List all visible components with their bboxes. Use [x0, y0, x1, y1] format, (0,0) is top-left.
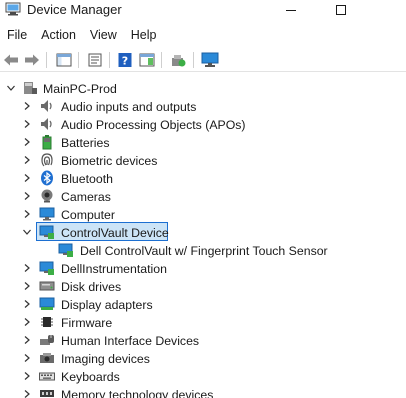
- category-biometric-devices[interactable]: Biometric devices: [61, 153, 157, 169]
- category-keyboards[interactable]: Keyboards: [61, 369, 120, 385]
- forward-arrow-icon: [25, 54, 39, 66]
- chevron-down-icon[interactable]: [6, 83, 16, 93]
- disk-drive-icon: [39, 281, 55, 291]
- network-monitor-icon: [39, 225, 54, 239]
- chevron-down-icon[interactable]: [22, 227, 32, 237]
- show-hide-console-tree-button[interactable]: [55, 51, 73, 69]
- chevron-right-icon[interactable]: [22, 137, 32, 147]
- back-arrow-icon: [4, 54, 18, 66]
- minimize-icon: [286, 10, 296, 11]
- scan-hardware-icon: [172, 55, 186, 67]
- toolbar-separator: [109, 52, 110, 68]
- svg-text:?: ?: [122, 55, 128, 68]
- properties-button[interactable]: [86, 51, 104, 69]
- memory-icon: [40, 390, 54, 397]
- fingerprint-icon: [41, 153, 53, 167]
- toolbar: ?: [0, 48, 406, 72]
- category-batteries[interactable]: Batteries: [61, 135, 110, 151]
- toolbar-separator: [78, 52, 79, 68]
- camera-icon: [41, 189, 53, 203]
- hid-icon: [40, 335, 54, 345]
- minimize-button[interactable]: [268, 0, 314, 20]
- maximize-icon: [336, 5, 346, 15]
- menu-action[interactable]: Action: [34, 24, 83, 46]
- category-controlvault-device[interactable]: ControlVault Device: [61, 225, 169, 241]
- maximize-button[interactable]: [318, 0, 364, 20]
- action-pane-button[interactable]: [138, 51, 156, 69]
- category-disk-drives[interactable]: Disk drives: [61, 279, 121, 295]
- category-audio-inputs-outputs[interactable]: Audio inputs and outputs: [61, 99, 196, 115]
- device-tree: MainPC-Prod Audio inputs and outputs Aud…: [0, 78, 406, 398]
- toolbar-separator: [46, 52, 47, 68]
- chevron-right-icon[interactable]: [22, 119, 32, 129]
- category-cameras[interactable]: Cameras: [61, 189, 111, 205]
- chevron-right-icon[interactable]: [22, 281, 32, 291]
- title-bar: Device Manager: [0, 0, 406, 20]
- network-monitor-icon: [58, 243, 73, 257]
- category-dellinstrumentation[interactable]: DellInstrumentation: [61, 261, 167, 277]
- computer-root-icon: [24, 82, 37, 94]
- keyboard-icon: [39, 372, 55, 381]
- chevron-right-icon[interactable]: [22, 317, 32, 327]
- chevron-right-icon[interactable]: [22, 173, 32, 183]
- network-monitor-icon: [39, 261, 54, 275]
- speaker-icon: [41, 100, 52, 112]
- menu-file[interactable]: File: [0, 24, 34, 46]
- chevron-right-icon[interactable]: [22, 191, 32, 201]
- chevron-right-icon[interactable]: [22, 101, 32, 111]
- properties-icon: [88, 53, 102, 67]
- monitor-icon: [39, 207, 55, 221]
- imaging-icon: [40, 353, 54, 363]
- speaker-icon: [41, 118, 52, 130]
- category-human-interface-devices[interactable]: Human Interface Devices: [61, 333, 199, 349]
- chevron-right-icon[interactable]: [22, 263, 32, 273]
- chevron-right-icon[interactable]: [22, 371, 32, 381]
- category-audio-processing-objects[interactable]: Audio Processing Objects (APOs): [61, 117, 246, 133]
- monitor-network-icon: [201, 52, 219, 67]
- back-button[interactable]: [2, 51, 20, 69]
- bluetooth-icon: [41, 170, 53, 186]
- action-pane-icon: [139, 53, 155, 67]
- display-adapter-icon: [39, 297, 55, 310]
- tree-root-label[interactable]: MainPC-Prod: [43, 81, 117, 97]
- help-icon: ?: [118, 53, 132, 68]
- device-manager-icon: [5, 2, 21, 16]
- menu-bar: File Action View Help: [0, 24, 406, 46]
- category-firmware[interactable]: Firmware: [61, 315, 112, 331]
- category-memory-technology-devices[interactable]: Memory technology devices: [61, 387, 213, 398]
- category-imaging-devices[interactable]: Imaging devices: [61, 351, 150, 367]
- chevron-right-icon[interactable]: [22, 155, 32, 165]
- scan-hardware-button[interactable]: [169, 51, 187, 69]
- forward-button[interactable]: [23, 51, 41, 69]
- toolbar-separator: [193, 52, 194, 68]
- menu-help[interactable]: Help: [124, 24, 164, 46]
- chevron-right-icon[interactable]: [22, 389, 32, 398]
- device-dell-controlvault[interactable]: Dell ControlVault w/ Fingerprint Touch S…: [80, 243, 328, 259]
- chevron-right-icon[interactable]: [22, 353, 32, 363]
- chevron-right-icon[interactable]: [22, 299, 32, 309]
- menu-view[interactable]: View: [83, 24, 124, 46]
- category-computer[interactable]: Computer: [61, 207, 115, 223]
- update-driver-button[interactable]: [201, 51, 219, 69]
- category-display-adapters[interactable]: Display adapters: [61, 297, 153, 313]
- battery-icon: [42, 135, 52, 150]
- category-bluetooth[interactable]: Bluetooth: [61, 171, 113, 187]
- chevron-right-icon[interactable]: [22, 335, 32, 345]
- toolbar-separator: [161, 52, 162, 68]
- window-title: Device Manager: [27, 2, 122, 17]
- chevron-right-icon[interactable]: [22, 209, 32, 219]
- help-button[interactable]: ?: [116, 51, 134, 69]
- console-tree-icon: [56, 53, 72, 67]
- chip-icon: [41, 317, 53, 327]
